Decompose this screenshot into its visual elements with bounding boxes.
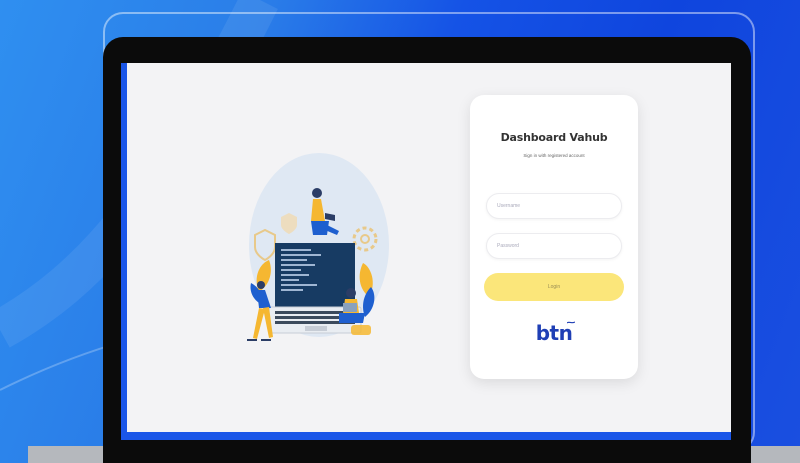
password-field[interactable]: [486, 233, 622, 259]
login-subtitle: Sign in with registered account: [523, 153, 585, 158]
login-illustration: [247, 153, 389, 341]
login-button[interactable]: Login: [484, 273, 624, 301]
screen-edge-bottom: [121, 432, 731, 440]
login-card: Dashboard Vahub Sign in with registered …: [470, 95, 638, 379]
btn-logo: btn: [535, 321, 573, 345]
laptop-screen: Dashboard Vahub Sign in with registered …: [121, 63, 731, 440]
logo-tilde-mark: [567, 321, 575, 324]
username-field[interactable]: [486, 193, 622, 219]
screen-edge-left: [121, 63, 127, 440]
login-title: Dashboard Vahub: [500, 131, 608, 144]
